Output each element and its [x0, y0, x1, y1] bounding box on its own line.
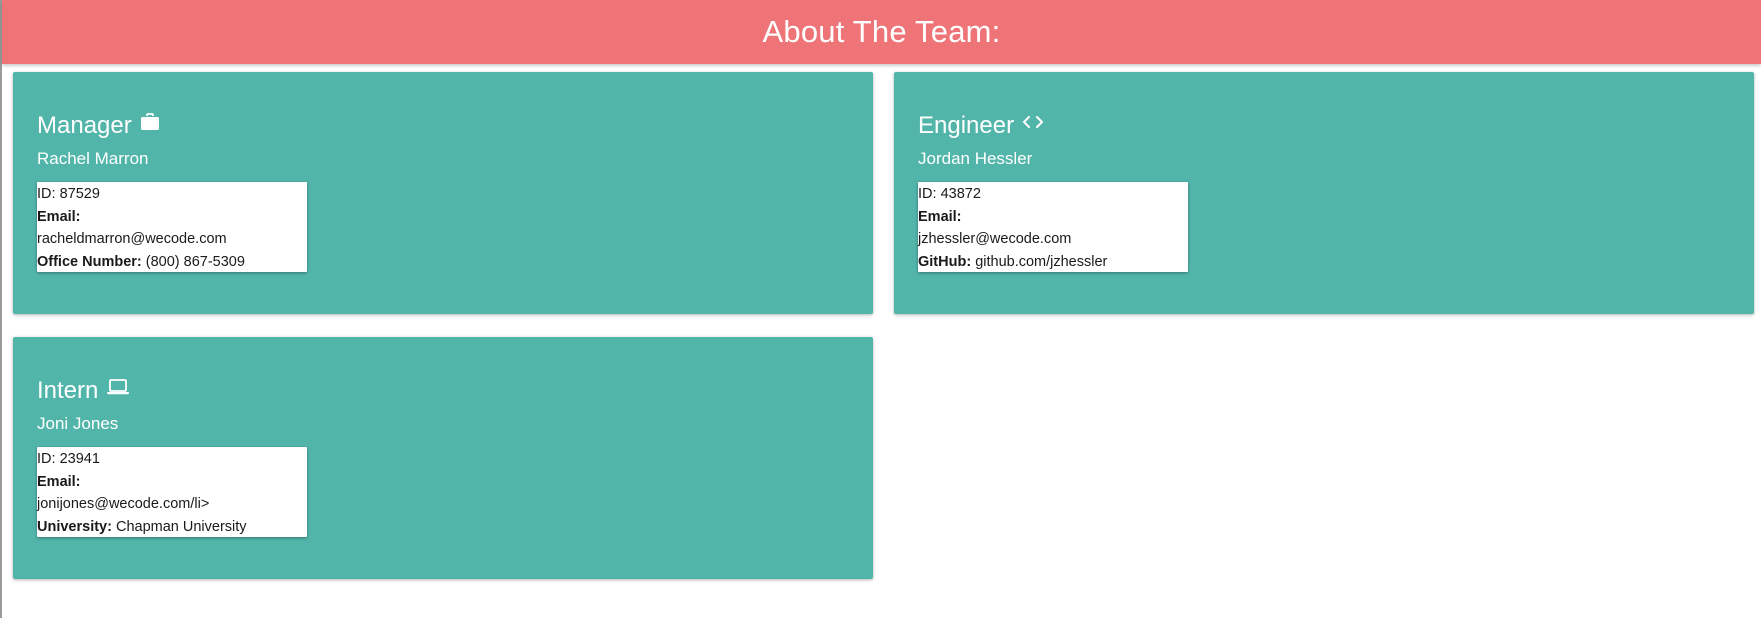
email-line: jzhessler@wecode.com	[918, 228, 1188, 251]
manager-card: Manager Rachel Marron ID: 87529 Email: r…	[13, 72, 873, 314]
info-list: ID: 23941 Email: jonijones@wecode.com/li…	[37, 447, 307, 537]
email-link[interactable]: jzhessler@wecode.com	[918, 231, 1071, 247]
id-value: 43872	[940, 186, 981, 202]
info-list: ID: 87529 Email: racheldmarron@wecode.co…	[37, 182, 307, 272]
info-list: ID: 43872 Email: jzhessler@wecode.com Gi…	[918, 182, 1188, 272]
id-label: ID:	[37, 186, 56, 202]
github-link[interactable]: github.com/jzhessler	[975, 254, 1107, 270]
id-value: 87529	[59, 186, 100, 202]
email-label-line: Email:	[37, 471, 307, 494]
email-line: racheldmarron@wecode.com	[37, 228, 307, 251]
intern-card: Intern Joni Jones ID: 23941 Email: jonij…	[13, 337, 873, 579]
email-label-line: Email:	[918, 206, 1188, 229]
card-heading: Engineer	[918, 110, 1754, 142]
page-title: About The Team:	[762, 14, 1001, 49]
email-line: jonijones@wecode.com/li>	[37, 493, 307, 516]
github-line: GitHub: github.com/jzhessler	[918, 251, 1188, 274]
id-label: ID:	[918, 186, 937, 202]
email-link[interactable]: jonijones@wecode.com/li>	[37, 496, 209, 512]
email-label: Email:	[37, 473, 81, 490]
email-label: Email:	[918, 208, 962, 225]
role-title: Manager	[37, 112, 132, 139]
employee-name: Rachel Marron	[37, 149, 149, 168]
page: About The Team: Manager Rachel Marron ID…	[0, 0, 1761, 618]
briefcase-icon	[140, 113, 160, 131]
id-line: ID: 23941	[37, 448, 307, 471]
office-value: (800) 867-5309	[145, 253, 245, 270]
github-label: GitHub:	[918, 253, 972, 270]
office-label: Office Number:	[37, 253, 142, 270]
laptop-icon	[106, 378, 130, 396]
id-value: 23941	[59, 451, 100, 467]
office-line: Office Number: (800) 867-5309	[37, 251, 307, 274]
employee-name: Joni Jones	[37, 414, 119, 433]
employee-name: Jordan Hessler	[918, 149, 1033, 168]
id-label: ID:	[37, 451, 56, 467]
id-line: ID: 87529	[37, 183, 307, 206]
role-title: Intern	[37, 377, 99, 404]
university-line: University: Chapman University	[37, 516, 307, 539]
code-icon	[1022, 114, 1044, 130]
university-label: University:	[37, 518, 112, 535]
role-title: Engineer	[918, 112, 1015, 139]
id-line: ID: 43872	[918, 183, 1188, 206]
engineer-card: Engineer Jordan Hessler ID: 43872 Email:	[894, 72, 1754, 314]
email-link[interactable]: racheldmarron@wecode.com	[37, 231, 227, 247]
university-value: Chapman University	[115, 518, 247, 535]
email-label-line: Email:	[37, 206, 307, 229]
card-heading: Manager	[37, 110, 873, 142]
team-grid: Manager Rachel Marron ID: 87529 Email: r…	[13, 72, 1755, 579]
card-heading: Intern	[37, 375, 873, 407]
page-header: About The Team:	[2, 0, 1761, 64]
email-label: Email:	[37, 208, 81, 225]
